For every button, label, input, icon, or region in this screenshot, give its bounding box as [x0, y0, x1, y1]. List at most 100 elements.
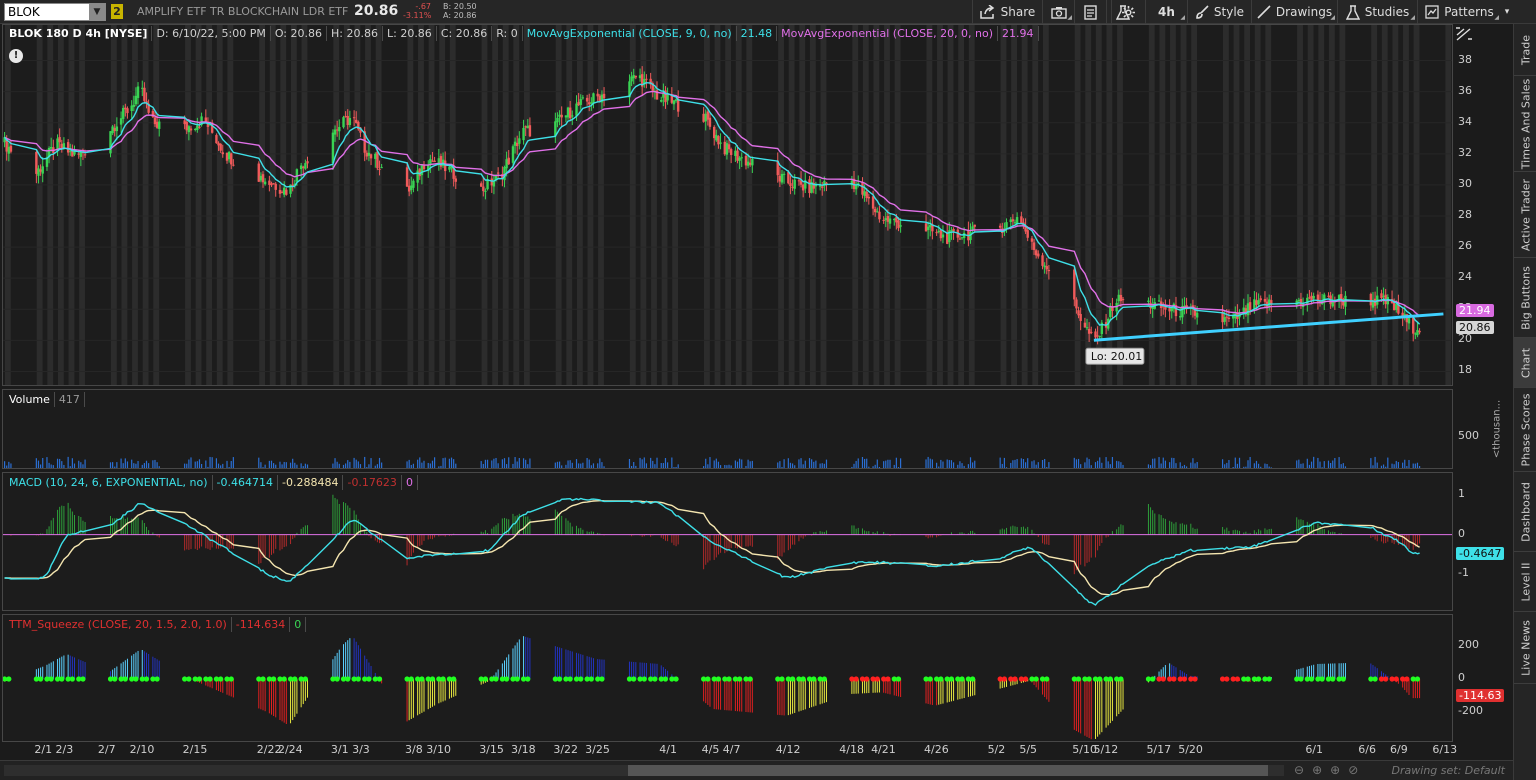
tab-times-and-sales[interactable]: Times And Sales [1514, 76, 1536, 172]
price-chart[interactable]: Lo: 20.01 [3, 25, 1453, 386]
candle-body [143, 87, 146, 101]
zoom-out-icon[interactable]: ⊖ [1294, 763, 1312, 777]
camera-icon [1050, 6, 1067, 19]
session-shade [746, 25, 753, 385]
candle-body [1227, 317, 1231, 319]
volume-label: Volume [5, 392, 55, 407]
volume-axis[interactable]: 500 <thousan... [1453, 389, 1513, 469]
squeeze-study-label[interactable]: TTM_Squeeze (CLOSE, 20, 1.5, 2.0, 1.0) [5, 617, 232, 632]
date-tick-label: 6/9 [1390, 743, 1408, 756]
volume-chart[interactable] [3, 390, 1453, 469]
price-pane[interactable]: Lo: 20.01 BLOK 180 D 4h [NYSE] D: 6/10/2… [2, 24, 1453, 386]
gear-icon [1122, 5, 1135, 19]
zoom-fit-icon[interactable]: ⊕ [1330, 763, 1348, 777]
drawing-set-label[interactable]: Drawing set: Default [1392, 764, 1505, 777]
candle-body [376, 151, 379, 169]
share-button[interactable]: Share [972, 0, 1042, 24]
studies-button[interactable]: Studies ◢ [1337, 0, 1417, 24]
candle-body [778, 175, 782, 182]
macd-pane[interactable]: MACD (10, 24, 6, EXPONENTIAL, no) -0.464… [2, 472, 1453, 611]
candle-body [861, 182, 864, 195]
candle-body [1297, 300, 1301, 302]
toolbar-more-button[interactable]: ▾ [1501, 0, 1513, 24]
style-button[interactable]: Style [1187, 0, 1251, 24]
symbol-selector[interactable]: ▼ [4, 3, 106, 21]
candle-body [634, 75, 638, 78]
date-tick-label: 3/18 [510, 743, 536, 756]
candle-body [789, 183, 792, 187]
macd-axis[interactable]: 1 0 -1 -0.4647 [1453, 472, 1513, 611]
ema9-study-label[interactable]: MovAvgExponential (CLOSE, 9, 0, no) [523, 26, 737, 41]
tab-level-ii[interactable]: Level II [1514, 552, 1536, 612]
zoom-controls[interactable]: ⊖⊕⊕⊘ [1294, 763, 1366, 777]
session-shade [1000, 25, 1007, 385]
alert-icon[interactable]: ! [9, 49, 23, 63]
candle-body [496, 172, 500, 174]
tab-live-news[interactable]: Live News [1514, 612, 1536, 684]
tab-chart[interactable]: Chart [1514, 338, 1536, 388]
tab-phase-scores[interactable]: Phase Scores [1514, 388, 1536, 472]
expand-chart-icon[interactable] [1455, 26, 1473, 42]
squeeze-dot [59, 676, 65, 682]
macd-study-label[interactable]: MACD (10, 24, 6, EXPONENTIAL, no) [5, 475, 213, 490]
tab-active-trader[interactable]: Active Trader [1514, 172, 1536, 258]
candle-body [136, 86, 140, 98]
symbol-dropdown-icon[interactable]: ▼ [89, 4, 105, 20]
zoom-in-icon[interactable]: ⊕ [1312, 763, 1330, 777]
time-scrollbar-thumb[interactable] [628, 765, 1268, 776]
candle-body [1308, 297, 1311, 299]
price-axis[interactable]: 1820222426283032343638 21.94 20.86 [1453, 24, 1513, 386]
tab-dashboard[interactable]: Dashboard [1514, 472, 1536, 552]
screenshot-button[interactable]: ◢ [1042, 0, 1074, 24]
bottom-bar: ⊖⊕⊕⊘ Drawing set: Default [0, 760, 1513, 780]
squeeze-axis[interactable]: 200 0 -200 -114.63 [1453, 614, 1513, 742]
candle-body [704, 113, 707, 122]
candle-body [1263, 298, 1267, 302]
squeeze-dot [1255, 676, 1262, 682]
candle-body [1109, 305, 1112, 318]
ema20-study-label[interactable]: MovAvgExponential (CLOSE, 20, 0, no) [777, 26, 999, 41]
symbol-input[interactable] [8, 5, 88, 19]
squeeze-dot [1298, 676, 1304, 682]
time-scrollbar[interactable] [4, 765, 1284, 776]
style-label: Style [1213, 5, 1245, 19]
candle-body [73, 151, 76, 155]
candle-body [274, 183, 277, 190]
candle-body [338, 127, 341, 132]
candle-body [1098, 335, 1101, 337]
candle-body [937, 231, 940, 233]
tab-trade[interactable]: Trade [1514, 24, 1536, 76]
squeeze-dot [1160, 676, 1166, 682]
candle-body [130, 105, 133, 112]
squeeze-dot [1224, 676, 1230, 682]
settings-button[interactable] [1111, 0, 1145, 24]
date-axis[interactable]: 2/1 2/3 2/7 2/10 2/15 2/22 2/24 3/1 3/3 3/8 3/10 3/… [2, 742, 1457, 760]
squeeze-pane[interactable]: TTM_Squeeze (CLOSE, 20, 1.5, 2.0, 1.0) -… [2, 614, 1453, 742]
link-group-badge[interactable]: 2 [111, 4, 123, 19]
squeeze-dot [1192, 676, 1198, 682]
notes-button[interactable] [1074, 0, 1106, 24]
drawings-button[interactable]: Drawings ◢ [1251, 0, 1337, 24]
squeeze-tick-label: -200 [1458, 704, 1483, 718]
candle-body [867, 196, 871, 199]
squeeze-chart[interactable] [3, 615, 1453, 742]
patterns-button[interactable]: Patterns ◢ [1417, 0, 1501, 24]
squeeze-dot [1330, 676, 1336, 682]
squeeze-dot [726, 676, 732, 682]
candle-body [124, 107, 127, 110]
aggregation-button[interactable]: 4h ◢ [1145, 0, 1187, 24]
candle-body [592, 93, 595, 104]
squeeze-dot [80, 676, 86, 682]
candle-body [632, 75, 635, 79]
session-shade [1170, 25, 1176, 385]
macd-chart[interactable] [3, 473, 1453, 611]
candle-body [422, 165, 426, 170]
squeeze-dot [218, 676, 224, 682]
candle-body [899, 225, 902, 227]
volume-pane[interactable]: Volume 417 [2, 389, 1453, 469]
session-shade [110, 25, 117, 385]
session-shade [290, 25, 297, 385]
tab-big-buttons[interactable]: Big Buttons [1514, 258, 1536, 338]
zoom-reset-icon[interactable]: ⊘ [1348, 763, 1366, 777]
candle-body [355, 119, 358, 123]
